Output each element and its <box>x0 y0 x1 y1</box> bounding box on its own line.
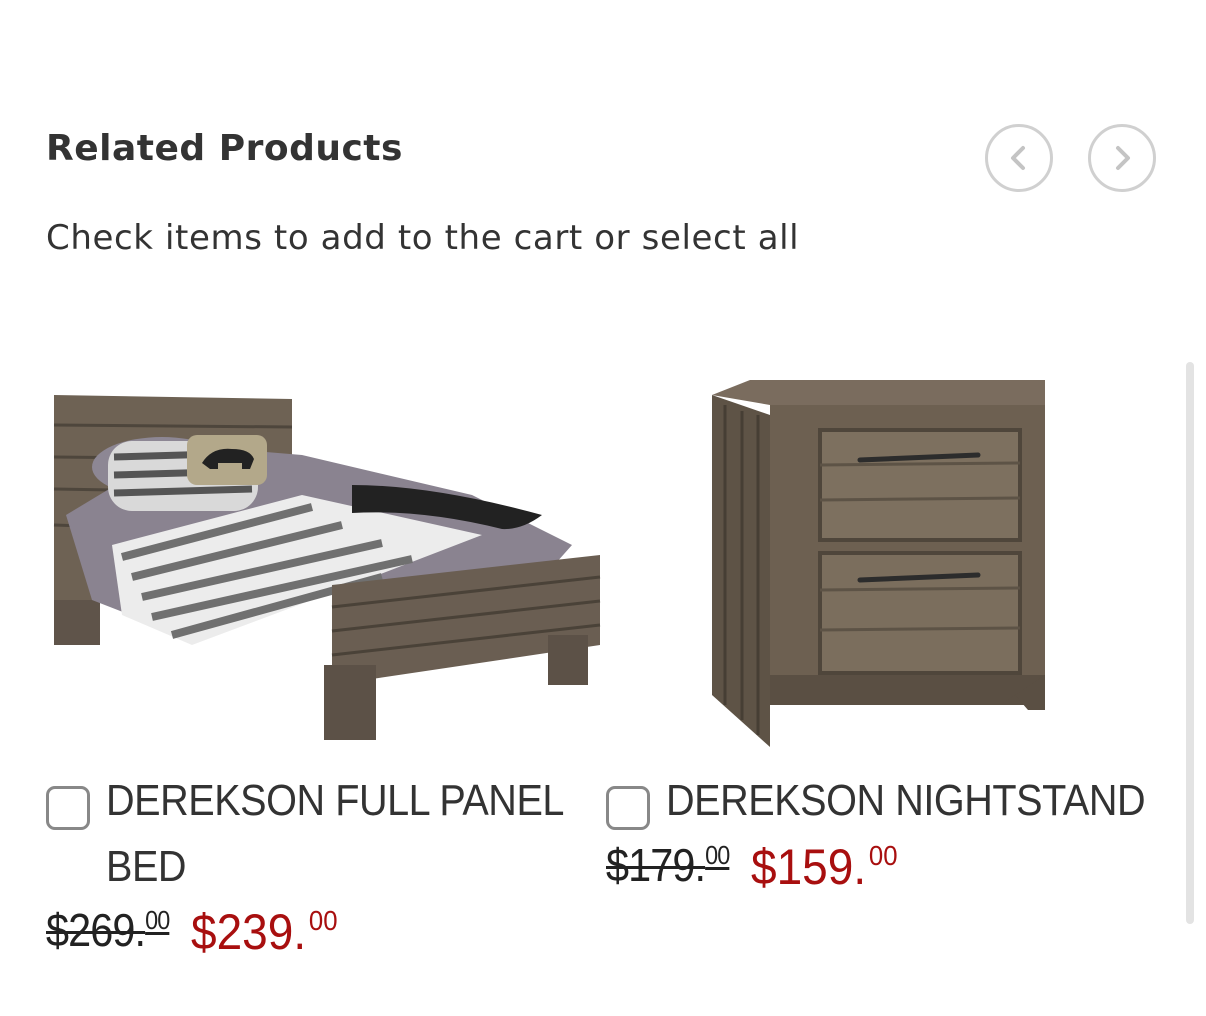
original-price-cents: 00 <box>145 905 170 935</box>
original-price: $179.00 <box>606 838 730 892</box>
product-name-line1[interactable]: DEREKSON FULL PANEL <box>106 768 564 834</box>
original-price: $269.00 <box>46 903 170 957</box>
carousel-next-button[interactable] <box>1088 124 1156 192</box>
section-title: Related Products <box>46 128 403 169</box>
product-name-line2[interactable]: BED <box>106 834 564 900</box>
product-name-bed[interactable]: DEREKSON FULL PANEL BED <box>106 768 564 900</box>
original-price-main: $269. <box>46 904 146 956</box>
bed-product-image[interactable] <box>52 385 602 745</box>
sale-price: $159.00 <box>751 838 898 896</box>
price-row-nightstand: $179.00 $159.00 <box>606 838 910 896</box>
sale-price-main: $239. <box>191 904 307 960</box>
sale-price-main: $159. <box>751 839 867 895</box>
section-subtitle: Check items to add to the cart or select… <box>46 218 800 258</box>
scrollbar[interactable] <box>1186 362 1194 924</box>
chevron-left-icon <box>1011 146 1025 170</box>
sale-price-cents: 00 <box>308 905 338 936</box>
original-price-main: $179. <box>606 839 706 891</box>
chevron-right-icon <box>1116 146 1130 170</box>
product-name-line1[interactable]: DEREKSON NIGHTSTAND <box>666 768 1146 834</box>
product-checkbox-bed[interactable] <box>46 786 90 830</box>
product-checkbox-nightstand[interactable] <box>606 786 650 830</box>
sale-price: $239.00 <box>191 903 338 961</box>
price-row-bed: $269.00 $239.00 <box>46 903 350 961</box>
original-price-cents: 00 <box>705 840 730 870</box>
sale-price-cents: 00 <box>868 840 898 871</box>
nightstand-product-image[interactable] <box>710 375 1055 750</box>
product-name-nightstand[interactable]: DEREKSON NIGHTSTAND <box>666 768 1146 834</box>
carousel-prev-button[interactable] <box>985 124 1053 192</box>
